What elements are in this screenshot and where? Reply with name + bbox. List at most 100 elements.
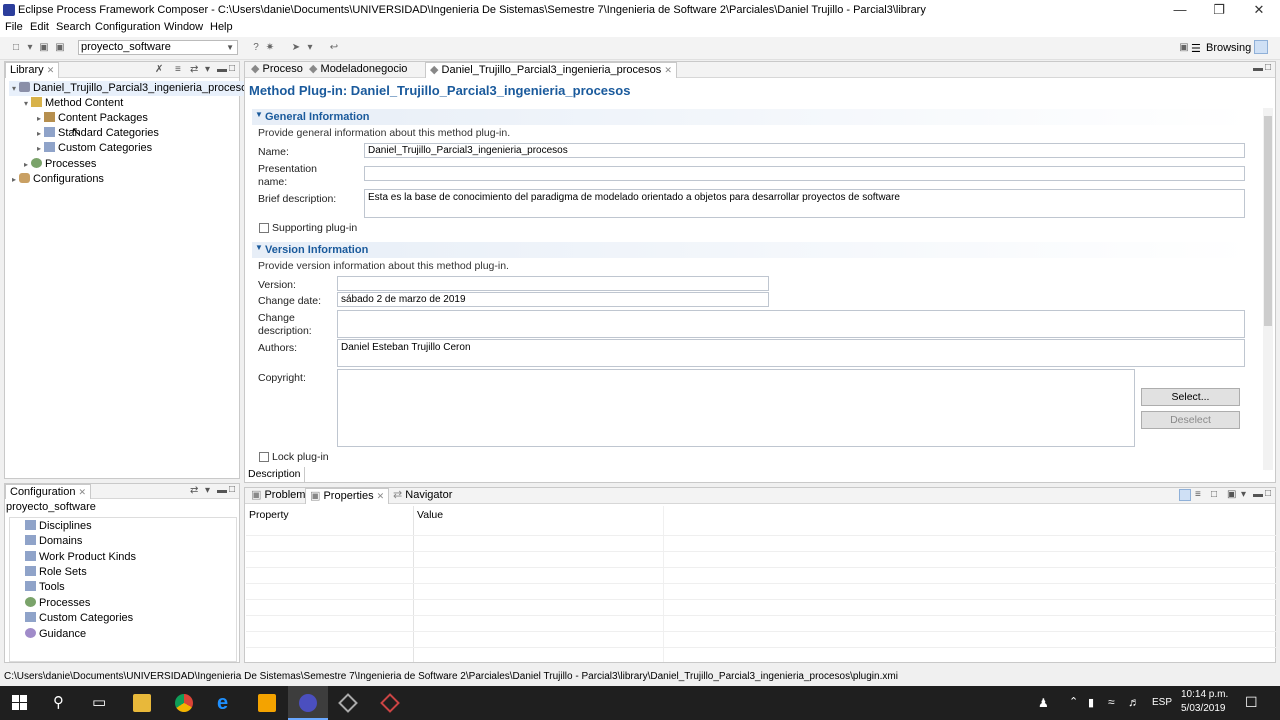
config-item-tools[interactable]: Tools <box>25 580 65 595</box>
chrome-icon[interactable] <box>175 694 193 712</box>
wifi-icon[interactable]: ≈ <box>1108 695 1115 709</box>
copyright-field[interactable] <box>337 369 1135 447</box>
clock-time[interactable]: 10:14 p.m. <box>1181 689 1228 700</box>
open-perspective-icon[interactable]: ▣ <box>1178 42 1190 54</box>
dropdown-arrow-icon[interactable]: ▾ <box>304 42 316 54</box>
new-view-icon[interactable]: ▣ <box>1227 489 1236 500</box>
view-menu-icon[interactable]: ▾ <box>205 64 210 75</box>
back-icon[interactable]: ↩ <box>328 42 340 54</box>
collapse-all-icon[interactable]: ≡ <box>175 64 181 75</box>
tree-item-plugin[interactable]: ▾ Daniel_Trujillo_Parcial3_ingenieria_pro… <box>9 81 253 96</box>
close-icon[interactable]: ✕ <box>47 65 55 75</box>
editor-scrollbar[interactable] <box>1263 108 1273 470</box>
deselect-button[interactable]: Deselect <box>1141 411 1240 429</box>
view-menu-icon[interactable]: ▾ <box>1241 489 1246 500</box>
scrollbar-thumb[interactable] <box>1264 116 1272 326</box>
new-icon[interactable]: □ <box>10 42 22 54</box>
refresh-icon[interactable]: ⇄ <box>190 485 198 496</box>
pin-icon[interactable]: □ <box>1211 489 1217 500</box>
brief-description-field[interactable]: Esta es la base de conocimiento del para… <box>364 189 1245 218</box>
perspective-label[interactable]: Browsing <box>1206 42 1251 54</box>
file-explorer-icon[interactable] <box>133 694 151 712</box>
minimize-button[interactable]: — <box>1160 0 1200 20</box>
edge-icon[interactable]: e <box>217 693 235 713</box>
close-icon[interactable]: ✕ <box>79 487 87 497</box>
maximize-view-icon[interactable]: □ <box>229 484 235 495</box>
maximize-view-icon[interactable]: □ <box>1265 488 1271 499</box>
collapsed-icon[interactable]: ▸ <box>34 126 44 141</box>
value-column-header[interactable]: Value <box>417 509 443 521</box>
menu-file[interactable]: File <box>5 21 23 33</box>
notifications-icon[interactable]: ☐ <box>1245 694 1258 711</box>
modeling-app-icon-2[interactable] <box>380 693 400 713</box>
name-field[interactable]: Daniel_Trujillo_Parcial3_ingenieria_proc… <box>364 143 1245 158</box>
minimize-view-icon[interactable]: ▬ <box>217 485 227 496</box>
link-editor-icon[interactable]: ✗ <box>155 64 163 75</box>
eclipse-taskbar-button[interactable] <box>288 686 328 720</box>
tree-item-standard-categories[interactable]: ▸ Standard Categories <box>34 126 159 141</box>
run-icon[interactable]: ➤ <box>290 42 302 54</box>
windows-start-icon[interactable] <box>12 695 28 711</box>
menu-edit[interactable]: Edit <box>30 21 49 33</box>
restore-button[interactable]: ❐ <box>1199 0 1239 20</box>
tree-item-method-content[interactable]: ▾ Method Content <box>21 96 123 111</box>
chevron-up-icon[interactable]: ⌃ <box>1069 695 1078 708</box>
config-item-custom-categories[interactable]: Custom Categories <box>25 611 133 626</box>
property-column-header[interactable]: Property <box>249 509 289 521</box>
clock-date[interactable]: 5/03/2019 <box>1181 703 1226 714</box>
maximize-view-icon[interactable]: □ <box>229 63 235 74</box>
configuration-tab[interactable]: Configuration ✕ <box>5 484 92 499</box>
version-field[interactable] <box>337 276 769 291</box>
configuration-select[interactable]: proyecto_software ▼ <box>78 40 238 55</box>
advanced-icon[interactable]: ≡ <box>1195 489 1201 500</box>
tab-description[interactable]: Description <box>245 467 305 482</box>
tree-item-content-packages[interactable]: ▸ Content Packages <box>34 111 148 126</box>
tab-properties[interactable]: ▣ Properties ✕ <box>305 488 390 504</box>
close-icon[interactable]: ✕ <box>377 491 385 501</box>
menu-window[interactable]: Window <box>164 21 203 33</box>
save-icon[interactable]: ▣ <box>38 42 50 54</box>
authoring-perspective-icon[interactable] <box>1254 40 1268 54</box>
categories-icon[interactable] <box>1179 489 1191 501</box>
tab-proceso[interactable]: ◆ Proceso <box>247 62 307 78</box>
tab-plugin-editor[interactable]: ◆ Daniel_Trujillo_Parcial3_ingenieria_pr… <box>425 62 677 78</box>
chevron-down-icon[interactable]: ▼ <box>255 110 263 119</box>
select-button[interactable]: Select... <box>1141 388 1240 406</box>
help-icon[interactable]: ? <box>250 42 262 54</box>
sync-icon[interactable]: ⇄ <box>190 64 198 75</box>
supporting-plugin-checkbox[interactable] <box>259 223 269 233</box>
minimize-view-icon[interactable]: ▬ <box>1253 63 1263 74</box>
search-icon[interactable]: ⚲ <box>53 693 64 711</box>
view-menu-icon[interactable]: ▾ <box>205 485 210 496</box>
dropdown-arrow-icon[interactable]: ▾ <box>24 42 36 54</box>
tab-modeladonegocio[interactable]: ◆ Modeladonegocio <box>305 62 411 78</box>
config-item-guidance[interactable]: Guidance <box>25 627 86 642</box>
task-view-icon[interactable]: ▭ <box>92 693 106 711</box>
menu-help[interactable]: Help <box>210 21 233 33</box>
volume-icon[interactable]: ♬ <box>1128 695 1140 709</box>
close-icon[interactable]: ✕ <box>664 65 672 75</box>
tree-item-processes[interactable]: ▸ Processes <box>21 157 96 172</box>
browsing-perspective-icon[interactable]: ☰ <box>1191 42 1201 55</box>
minimize-view-icon[interactable]: ▬ <box>217 64 227 75</box>
store-icon[interactable] <box>258 694 276 712</box>
modeling-app-icon[interactable] <box>338 693 358 713</box>
save-all-icon[interactable]: ▣ <box>54 42 66 54</box>
collapsed-icon[interactable]: ▸ <box>34 141 44 156</box>
authors-field[interactable]: Daniel Esteban Trujillo Ceron <box>337 339 1245 367</box>
tab-navigator[interactable]: ⇄ Navigator <box>389 488 456 504</box>
people-icon[interactable]: ♟ <box>1038 696 1049 710</box>
config-item-processes[interactable]: Processes <box>25 596 90 611</box>
library-tab[interactable]: Library ✕ <box>5 62 60 78</box>
menu-configuration[interactable]: Configuration <box>95 21 160 33</box>
tree-item-configurations[interactable]: ▸ Configurations <box>9 172 104 187</box>
lock-plugin-checkbox[interactable] <box>259 452 269 462</box>
collapsed-icon[interactable]: ▸ <box>21 157 31 172</box>
config-item-work-product-kinds[interactable]: Work Product Kinds <box>25 550 136 565</box>
tree-item-custom-categories[interactable]: ▸ Custom Categories <box>34 141 152 156</box>
menu-search[interactable]: Search <box>56 21 91 33</box>
presentation-name-field[interactable] <box>364 166 1245 181</box>
maximize-view-icon[interactable]: □ <box>1265 62 1271 73</box>
language-indicator[interactable]: ESP <box>1152 697 1172 708</box>
collapsed-icon[interactable]: ▸ <box>34 111 44 126</box>
